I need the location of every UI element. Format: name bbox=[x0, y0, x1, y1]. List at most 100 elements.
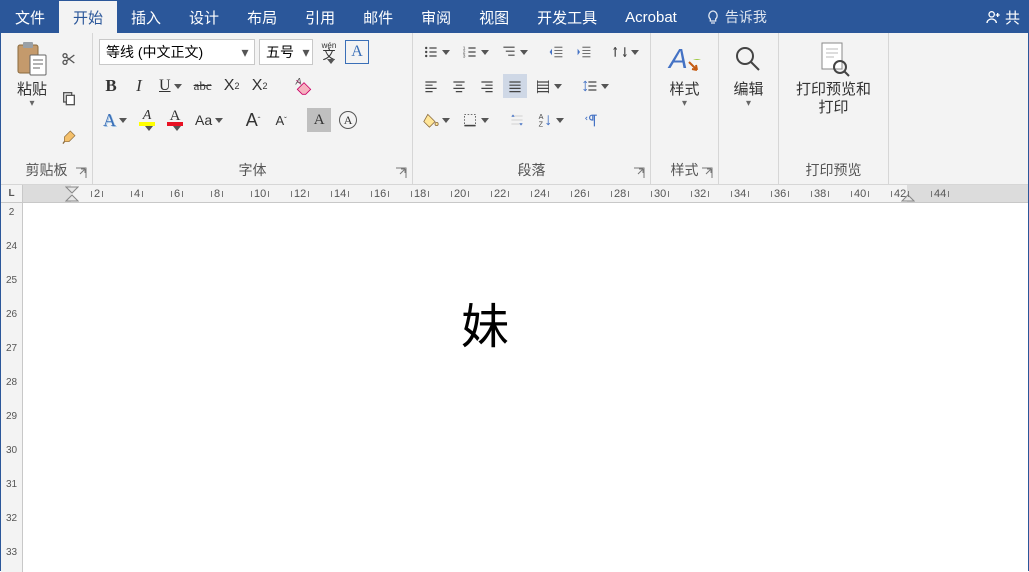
print-preview-button[interactable]: 打印预览和打印 bbox=[788, 37, 879, 158]
left-indent-marker[interactable] bbox=[65, 186, 79, 202]
shading-button[interactable] bbox=[419, 108, 454, 132]
sort-button[interactable]: AZ bbox=[533, 108, 568, 132]
ruler-tick: 36 bbox=[771, 185, 789, 203]
align-justify-icon bbox=[507, 78, 523, 94]
borders-icon bbox=[462, 112, 478, 128]
paintbrush-icon bbox=[61, 129, 77, 145]
phonetic-guide-button[interactable]: wén文 bbox=[317, 40, 341, 64]
decrease-indent-button[interactable] bbox=[544, 40, 568, 64]
char-shading-button[interactable]: A bbox=[307, 108, 331, 132]
ribbon: 粘贴 ▾ 剪贴板 等线 (中文正文)▾ 五号▾ wén文 A B I bbox=[1, 33, 1028, 185]
lightbulb-icon bbox=[705, 9, 721, 25]
group-label-styles: 样式 bbox=[651, 158, 718, 184]
ruler-tick: 20 bbox=[451, 185, 469, 203]
ruler-tick: 32 bbox=[1, 513, 22, 524]
chevron-down-icon: ▾ bbox=[746, 99, 751, 109]
paste-button[interactable]: 粘贴 ▾ bbox=[7, 37, 57, 158]
ruler-tick: 33 bbox=[1, 547, 22, 558]
tab-view[interactable]: 视图 bbox=[465, 1, 523, 33]
tab-acrobat[interactable]: Acrobat bbox=[611, 1, 691, 33]
tab-references[interactable]: 引用 bbox=[291, 1, 349, 33]
tab-design[interactable]: 设计 bbox=[175, 1, 233, 33]
borders-button[interactable] bbox=[458, 108, 493, 132]
align-center-icon bbox=[451, 78, 467, 94]
text-effects-button[interactable]: A bbox=[99, 108, 131, 132]
ruler-tick: 24 bbox=[1, 241, 22, 252]
share-label: 共 bbox=[1005, 7, 1020, 28]
show-marks-button[interactable] bbox=[580, 108, 604, 132]
font-color-button[interactable]: A bbox=[163, 108, 187, 132]
line-spacing-button[interactable] bbox=[578, 74, 613, 98]
document-text: 妹 bbox=[461, 287, 509, 357]
bullets-icon bbox=[423, 44, 439, 60]
align-right-icon bbox=[479, 78, 495, 94]
styles-button[interactable]: A 样式 ▾ bbox=[659, 37, 711, 158]
paste-dropdown-icon: ▾ bbox=[29, 99, 34, 109]
tab-insert[interactable]: 插入 bbox=[117, 1, 175, 33]
editing-button[interactable]: 编辑 ▾ bbox=[725, 37, 771, 162]
ruler-tick: 22 bbox=[491, 185, 509, 203]
ruler-tick: 38 bbox=[811, 185, 829, 203]
font-name-combo[interactable]: 等线 (中文正文)▾ bbox=[99, 39, 255, 65]
paragraph-launcher[interactable] bbox=[632, 166, 646, 180]
strike-button[interactable]: abc bbox=[190, 74, 216, 98]
font-size-combo[interactable]: 五号▾ bbox=[259, 39, 313, 65]
ruler-tick: 30 bbox=[651, 185, 669, 203]
svg-text:Z: Z bbox=[539, 119, 544, 128]
highlight-button[interactable]: A bbox=[135, 108, 159, 132]
ruler-tick: 27 bbox=[1, 343, 22, 354]
launcher-icon bbox=[700, 166, 714, 180]
font-launcher[interactable] bbox=[394, 166, 408, 180]
tab-home[interactable]: 开始 bbox=[59, 1, 117, 33]
numbering-button[interactable]: 123 bbox=[458, 40, 493, 64]
ruler-tick: 32 bbox=[691, 185, 709, 203]
format-painter-button[interactable] bbox=[57, 125, 81, 149]
bullets-button[interactable] bbox=[419, 40, 454, 64]
tell-me-search[interactable]: 告诉我 bbox=[691, 1, 781, 33]
ruler-tick: 10 bbox=[251, 185, 269, 203]
align-center-button[interactable] bbox=[447, 74, 471, 98]
tab-file[interactable]: 文件 bbox=[1, 1, 59, 33]
ruler-tick: 28 bbox=[1, 377, 22, 388]
chevron-down-icon: ▾ bbox=[236, 44, 254, 61]
tab-layout[interactable]: 布局 bbox=[233, 1, 291, 33]
align-justify-button[interactable] bbox=[503, 74, 527, 98]
char-border-button[interactable]: A bbox=[345, 40, 369, 64]
document-page[interactable]: 妹 bbox=[41, 207, 1028, 572]
launcher-icon bbox=[394, 166, 408, 180]
ruler-tick: 31 bbox=[1, 479, 22, 490]
clipboard-launcher[interactable] bbox=[74, 166, 88, 180]
multilevel-list-button[interactable] bbox=[497, 40, 532, 64]
line-spacing-icon bbox=[582, 78, 598, 94]
chevron-down-icon: ▾ bbox=[300, 44, 312, 61]
text-direction-button[interactable] bbox=[608, 40, 643, 64]
italic-button[interactable]: I bbox=[127, 74, 151, 98]
enclose-char-button[interactable]: A bbox=[335, 108, 361, 132]
underline-button[interactable]: U bbox=[155, 74, 186, 98]
vertical-ruler[interactable]: 224252627282930313233 bbox=[1, 203, 23, 572]
distributed-button[interactable] bbox=[531, 74, 566, 98]
tab-mailings[interactable]: 邮件 bbox=[349, 1, 407, 33]
change-case-button[interactable]: Aa bbox=[191, 108, 227, 132]
superscript-button[interactable]: X2 bbox=[248, 74, 272, 98]
grow-font-button[interactable]: Aˆ bbox=[241, 108, 265, 132]
tab-review[interactable]: 审阅 bbox=[407, 1, 465, 33]
cut-button[interactable] bbox=[57, 47, 81, 71]
align-right-button[interactable] bbox=[475, 74, 499, 98]
increase-indent-button[interactable] bbox=[572, 40, 596, 64]
share-button[interactable]: 共 bbox=[977, 1, 1028, 33]
snap-to-grid-button[interactable] bbox=[505, 108, 529, 132]
subscript-button[interactable]: X2 bbox=[220, 74, 244, 98]
font-name-value: 等线 (中文正文) bbox=[100, 42, 236, 62]
tab-developer[interactable]: 开发工具 bbox=[523, 1, 611, 33]
svg-text:3: 3 bbox=[463, 54, 466, 60]
svg-text:A: A bbox=[294, 76, 301, 86]
align-left-button[interactable] bbox=[419, 74, 443, 98]
ruler-tick: 8 bbox=[211, 185, 223, 203]
clear-format-button[interactable]: A bbox=[290, 74, 318, 98]
styles-launcher[interactable] bbox=[700, 166, 714, 180]
copy-button[interactable] bbox=[57, 86, 81, 110]
bold-button[interactable]: B bbox=[99, 74, 123, 98]
horizontal-ruler[interactable]: 2468101214161820222426283032343638404244 bbox=[23, 185, 1028, 203]
shrink-font-button[interactable]: Aˇ bbox=[269, 108, 293, 132]
